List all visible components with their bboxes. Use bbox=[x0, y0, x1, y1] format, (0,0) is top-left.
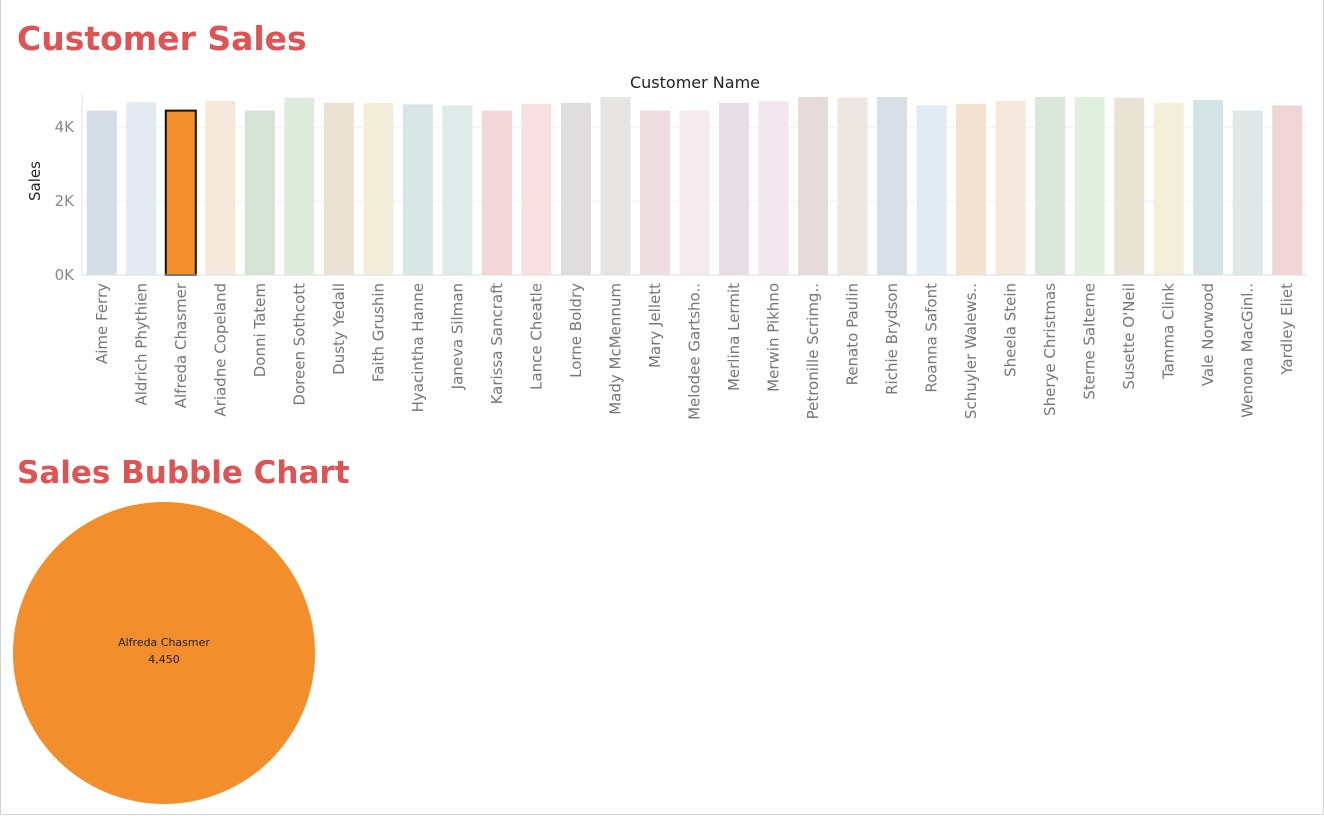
x-tick-label: Tamma Clink bbox=[1160, 283, 1178, 380]
bar[interactable] bbox=[402, 104, 433, 275]
sales-bubble-chart[interactable]: Alfreda Chasmer 4,450 bbox=[0, 490, 340, 812]
x-tick-label: Merwin Pikhno bbox=[765, 283, 783, 392]
bubble-name-label: Alfreda Chasmer bbox=[118, 636, 210, 649]
customer-sales-bar-chart[interactable]: 0K 2K 4K Aime Ferry Aldrich Phythien Alfreda … bbox=[0, 90, 1310, 450]
x-tick-label: Karissa Sancraft bbox=[488, 283, 506, 405]
x-tick-label: Wenona MacGinl.. bbox=[1239, 283, 1257, 418]
customer-sales-title: Customer Sales bbox=[17, 19, 307, 58]
bar[interactable] bbox=[86, 110, 117, 275]
x-tick-label: Roanna Safont bbox=[923, 283, 941, 393]
bar[interactable] bbox=[639, 110, 670, 275]
bar[interactable] bbox=[956, 103, 987, 275]
bar[interactable] bbox=[205, 100, 236, 275]
y-tick-label: 2K bbox=[55, 192, 76, 210]
bar[interactable] bbox=[837, 97, 868, 275]
bar[interactable] bbox=[679, 110, 710, 275]
bar[interactable] bbox=[284, 97, 315, 275]
x-tick-label: Susette O'Neil bbox=[1120, 283, 1138, 390]
x-tick-label: Mary Jellett bbox=[646, 283, 664, 368]
bar[interactable] bbox=[1035, 96, 1066, 275]
sales-bubble-chart-title: Sales Bubble Chart bbox=[17, 455, 350, 491]
bar[interactable] bbox=[1193, 99, 1224, 275]
bar[interactable] bbox=[1153, 102, 1184, 276]
x-tick-label: Petronille Scrimg.. bbox=[804, 283, 822, 419]
x-tick-label: Vale Norwood bbox=[1199, 283, 1217, 386]
bar[interactable] bbox=[719, 102, 750, 276]
x-tick-label: Schuyler Walews.. bbox=[962, 283, 980, 419]
x-tick-label: Donni Tatem bbox=[251, 283, 269, 377]
bar[interactable] bbox=[1232, 110, 1263, 275]
x-tick-label: Aldrich Phythien bbox=[132, 283, 150, 406]
x-tick-label: Faith Grushin bbox=[369, 283, 387, 382]
bar[interactable] bbox=[1272, 105, 1303, 275]
x-tick-label: Ariadne Copeland bbox=[211, 283, 229, 417]
bar[interactable] bbox=[323, 102, 354, 276]
bar[interactable] bbox=[877, 96, 908, 275]
x-tick-label: Lance Cheatle bbox=[527, 283, 545, 390]
x-tick-label: Lorne Boldry bbox=[567, 283, 585, 378]
x-tick-label: Hyacintha Hanne bbox=[409, 283, 427, 412]
bar[interactable] bbox=[244, 110, 275, 275]
y-tick-label: 4K bbox=[55, 118, 76, 136]
bar[interactable] bbox=[600, 96, 631, 275]
x-tick-label: Yardley Eliet bbox=[1278, 283, 1296, 376]
bar[interactable] bbox=[560, 102, 591, 276]
bar[interactable] bbox=[1074, 96, 1105, 275]
bar[interactable] bbox=[442, 105, 473, 275]
x-tick-label: Alfreda Chasmer bbox=[172, 282, 190, 408]
bar[interactable] bbox=[363, 102, 394, 276]
bar[interactable] bbox=[798, 96, 829, 275]
x-tick-label: Sheela Stein bbox=[1002, 283, 1020, 377]
bar-selected[interactable] bbox=[164, 109, 197, 276]
x-tick-label: Sherye Christmas bbox=[1041, 283, 1059, 416]
bubble-value-label: 4,450 bbox=[148, 653, 180, 666]
x-tick-label: Dusty Yedall bbox=[330, 283, 348, 375]
bar[interactable] bbox=[758, 101, 789, 275]
x-tick-label: Mady McMennum bbox=[606, 283, 624, 415]
bar[interactable] bbox=[916, 105, 947, 275]
x-tick-label: Richie Brydson bbox=[883, 283, 901, 395]
y-tick-label: 0K bbox=[55, 266, 76, 284]
x-tick-label: Doreen Sothcott bbox=[290, 283, 308, 406]
bar[interactable] bbox=[995, 100, 1026, 275]
x-tick-label: Janeva Silman bbox=[448, 283, 466, 390]
x-tick-label: Merlina Lermit bbox=[725, 283, 743, 391]
bar[interactable] bbox=[126, 102, 157, 276]
x-tick-label: Sterne Salterne bbox=[1081, 283, 1099, 400]
bar[interactable] bbox=[521, 103, 552, 275]
x-tick-label: Aime Ferry bbox=[93, 283, 111, 364]
bar[interactable] bbox=[1114, 97, 1145, 275]
x-tick-label: Renato Paulin bbox=[844, 283, 862, 385]
bar[interactable] bbox=[481, 110, 512, 275]
x-tick-label: Melodee Gartsho.. bbox=[686, 283, 704, 420]
